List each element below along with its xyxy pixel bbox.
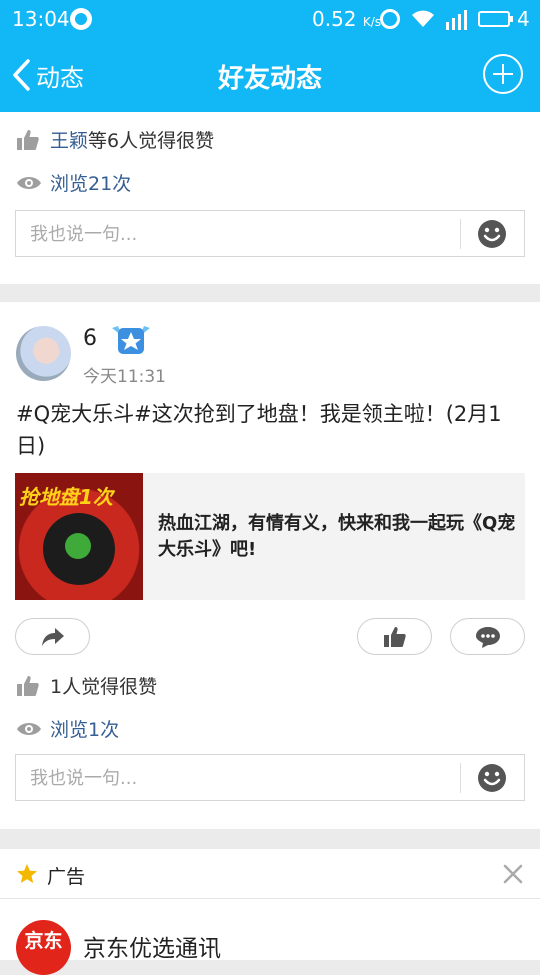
signal-icon: [446, 10, 467, 30]
shared-link-card[interactable]: 抢地盘1次 热血江湖，有情有义，快来和我一起玩《Q宠大乐斗》吧!: [15, 473, 525, 600]
views-count: 浏览1次: [50, 719, 120, 741]
views-row[interactable]: 浏览1次: [16, 715, 119, 742]
ad-card: 广告 京东 京东优选通讯: [0, 849, 540, 975]
thumbs-up-icon: [17, 675, 39, 696]
thumbs-up-icon: [17, 129, 39, 150]
status-bar: 13:04 0.52 K/s 4: [0, 0, 540, 38]
sync-icon: [70, 8, 92, 30]
eye-icon: [17, 176, 41, 189]
comment-box: [15, 754, 525, 801]
battery-level: 4: [517, 7, 530, 31]
comment-box: [15, 210, 525, 257]
add-icon[interactable]: [483, 54, 523, 94]
comment-input[interactable]: [30, 220, 450, 248]
like-button[interactable]: [357, 618, 432, 655]
comment-input[interactable]: [30, 764, 450, 792]
liker-name-link[interactable]: 王颖: [50, 126, 88, 153]
thumbs-up-icon: [383, 626, 406, 647]
title-bar: 动态 好友动态: [0, 38, 540, 112]
shared-game-thumbnail: 抢地盘1次: [15, 473, 143, 600]
username[interactable]: 6: [83, 326, 97, 351]
likes-row: 王颖 等6人觉得很赞: [16, 126, 214, 153]
likes-text: 等6人觉得很赞: [88, 130, 215, 152]
ad-header: 广告: [0, 849, 540, 899]
views-count: 浏览21次: [50, 173, 132, 195]
divider: [460, 219, 461, 249]
game-character-image: [43, 513, 115, 585]
views-row[interactable]: 浏览21次: [16, 169, 131, 196]
post-time: 今天11:31: [83, 367, 166, 387]
likes-text[interactable]: 1人觉得很赞: [50, 672, 157, 699]
star-icon: [17, 864, 37, 883]
advertiser-logo[interactable]: 京东: [16, 920, 71, 975]
post-text: #Q宠大乐斗#这次抢到了地盘！我是领主啦！(2月1日): [16, 402, 502, 458]
divider: [460, 763, 461, 793]
feed-item: 王颖 等6人觉得很赞 浏览21次: [0, 112, 540, 284]
battery-icon: [478, 11, 513, 27]
logo-text: 京东: [24, 930, 63, 952]
shared-link-text: 热血江湖，有情有义，快来和我一起玩《Q宠大乐斗》吧!: [158, 513, 516, 560]
share-button[interactable]: [15, 618, 90, 655]
avatar[interactable]: [16, 326, 71, 381]
feed-item: 6 今天11:31 #Q宠大乐斗#这次抢到了地盘！我是领主啦！(2月1日) 抢地…: [0, 302, 540, 829]
vip-badge-icon: [112, 326, 150, 354]
share-arrow-icon: [41, 627, 64, 646]
thumbnail-title: 抢地盘1次: [19, 485, 113, 509]
comment-bubble-icon: [475, 626, 500, 648]
likes-row: 1人觉得很赞: [16, 672, 157, 699]
network-speed-value: 0.52: [312, 7, 357, 31]
wifi-icon: [412, 10, 434, 27]
emoji-icon[interactable]: [477, 763, 507, 793]
network-speed: 0.52 K/s: [312, 7, 381, 31]
comment-button[interactable]: [450, 618, 525, 655]
emoji-icon[interactable]: [477, 219, 507, 249]
alarm-icon: [380, 9, 400, 29]
status-time: 13:04: [12, 7, 70, 31]
advertiser-name[interactable]: 京东优选通讯: [83, 929, 221, 963]
eye-icon: [17, 722, 41, 735]
network-speed-unit: K/s: [362, 15, 382, 29]
ad-label: 广告: [47, 866, 86, 888]
close-icon[interactable]: [502, 863, 524, 885]
page-title: 好友动态: [217, 64, 322, 94]
